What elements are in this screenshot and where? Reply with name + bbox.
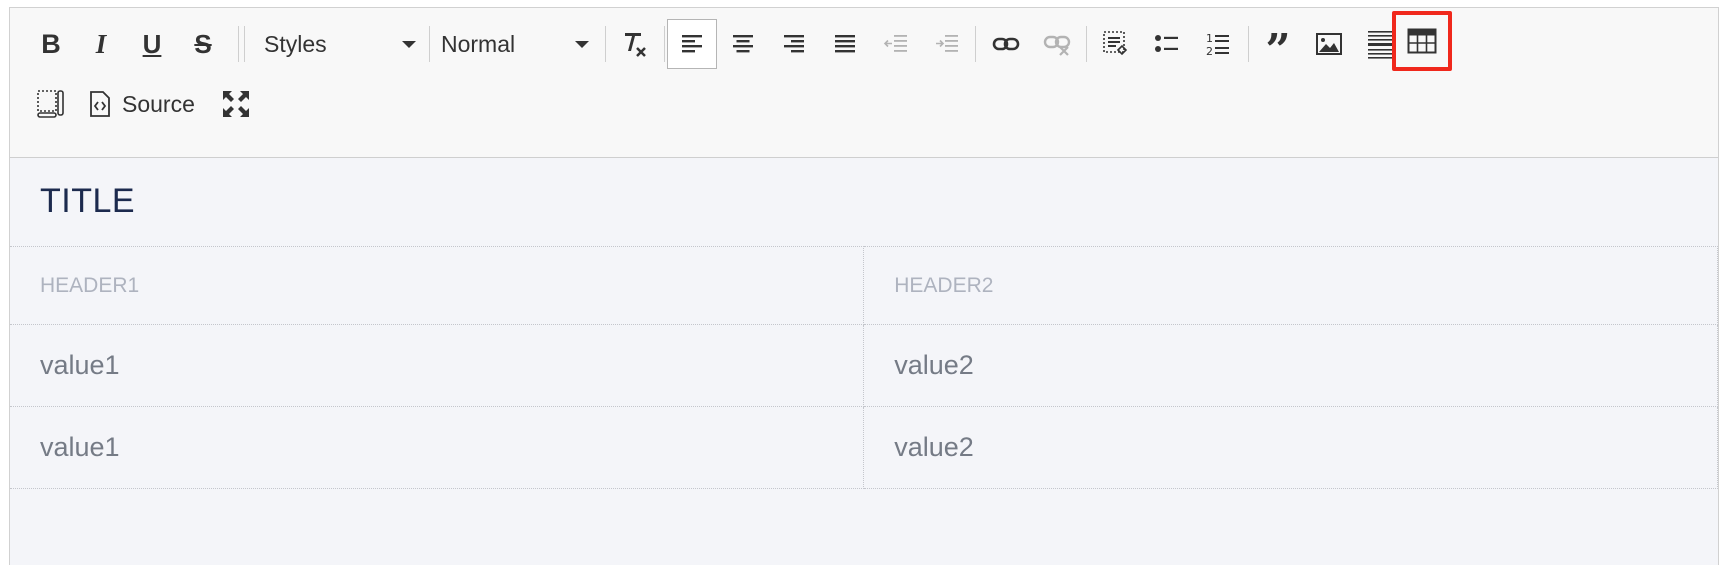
- table-button[interactable]: [1392, 11, 1452, 71]
- toolbar-separator: [605, 26, 606, 62]
- toolbar-separator: [1086, 26, 1087, 62]
- editor-content-area[interactable]: TITLE HEADER1 HEADER2 value1 value2 valu…: [10, 158, 1718, 565]
- underline-button[interactable]: U: [127, 19, 177, 69]
- italic-icon: I: [95, 28, 107, 59]
- table-row: value1 value2: [10, 324, 1718, 407]
- maximize-button[interactable]: [211, 79, 261, 129]
- indent-button[interactable]: [922, 19, 972, 69]
- numbered-list-icon: 1 2: [1206, 32, 1229, 57]
- link-icon: [992, 37, 1020, 51]
- unlink-icon: [1043, 35, 1071, 56]
- table-header-cell[interactable]: HEADER2: [863, 246, 1718, 325]
- source-button[interactable]: Source: [88, 79, 195, 129]
- svg-text:2: 2: [1206, 45, 1213, 57]
- table-header-row: HEADER1 HEADER2: [10, 246, 1718, 325]
- styles-dropdown[interactable]: Styles: [264, 19, 416, 69]
- strikethrough-icon: S: [194, 28, 212, 59]
- svg-text:1: 1: [1206, 32, 1213, 45]
- table-row: value1 value2: [10, 406, 1718, 489]
- toolbar-separator: [244, 26, 245, 62]
- table-cell[interactable]: value1: [10, 324, 865, 407]
- toolbar-separator: [664, 26, 665, 62]
- select-all-icon: [1103, 31, 1128, 56]
- remove-format-button[interactable]: [609, 19, 659, 69]
- underline-icon: U: [142, 28, 162, 59]
- table-cell[interactable]: value1: [10, 406, 865, 489]
- strikethrough-button[interactable]: S: [178, 19, 228, 69]
- toolbar-separator: [975, 26, 976, 62]
- bulleted-list-button[interactable]: [1142, 19, 1192, 69]
- align-left-button[interactable]: [667, 19, 717, 69]
- outdent-icon: [883, 35, 907, 52]
- chevron-down-icon: [575, 40, 589, 48]
- justify-button[interactable]: [820, 19, 870, 69]
- table-cell[interactable]: value2: [863, 406, 1718, 489]
- page-break-icon: [37, 90, 64, 118]
- remove-format-icon: [625, 33, 646, 57]
- document-title[interactable]: TITLE: [40, 182, 135, 221]
- italic-button[interactable]: I: [76, 19, 126, 69]
- format-dropdown[interactable]: Normal: [441, 19, 589, 69]
- image-icon: [1316, 33, 1342, 55]
- outdent-button[interactable]: [871, 19, 921, 69]
- align-right-icon: [784, 35, 804, 53]
- horizontal-line-icon: [1368, 31, 1392, 59]
- toolbar-separator: [429, 26, 430, 62]
- chevron-down-icon: [402, 40, 416, 48]
- table-icon: [1407, 28, 1437, 54]
- table-cell[interactable]: value2: [863, 324, 1718, 407]
- align-left-icon: [682, 35, 702, 53]
- bulleted-list-icon: [1155, 35, 1178, 52]
- page-break-button[interactable]: [26, 79, 76, 129]
- align-justify-icon: [835, 35, 855, 53]
- table-header-cell[interactable]: HEADER1: [10, 246, 865, 325]
- indent-icon: [936, 35, 958, 52]
- bold-button[interactable]: B: [26, 19, 76, 69]
- content-table[interactable]: HEADER1 HEADER2 value1 value2 value1 val…: [10, 246, 1718, 489]
- toolbar-separator: [1248, 26, 1249, 62]
- image-button[interactable]: [1304, 19, 1354, 69]
- select-all-button[interactable]: [1091, 19, 1141, 69]
- numbered-list-button[interactable]: 1 2: [1193, 19, 1243, 69]
- align-center-button[interactable]: [718, 19, 768, 69]
- editor-toolbar: B I U S Styles Normal 1 2 ” Source: [10, 8, 1718, 158]
- link-button[interactable]: [981, 19, 1031, 69]
- source-button-label: Source: [122, 90, 195, 117]
- source-code-icon: [90, 91, 110, 117]
- blockquote-icon: ”: [1265, 25, 1291, 76]
- maximize-icon: [223, 91, 249, 117]
- rich-text-editor: B I U S Styles Normal 1 2 ” Source TITLE…: [9, 7, 1719, 565]
- toolbar-separator: [238, 26, 239, 62]
- styles-dropdown-label: Styles: [264, 30, 327, 57]
- align-center-icon: [733, 35, 753, 53]
- unlink-button[interactable]: [1032, 19, 1082, 69]
- bold-icon: B: [41, 28, 61, 59]
- format-dropdown-label: Normal: [441, 30, 516, 57]
- align-right-button[interactable]: [769, 19, 819, 69]
- blockquote-button[interactable]: ”: [1253, 19, 1303, 73]
